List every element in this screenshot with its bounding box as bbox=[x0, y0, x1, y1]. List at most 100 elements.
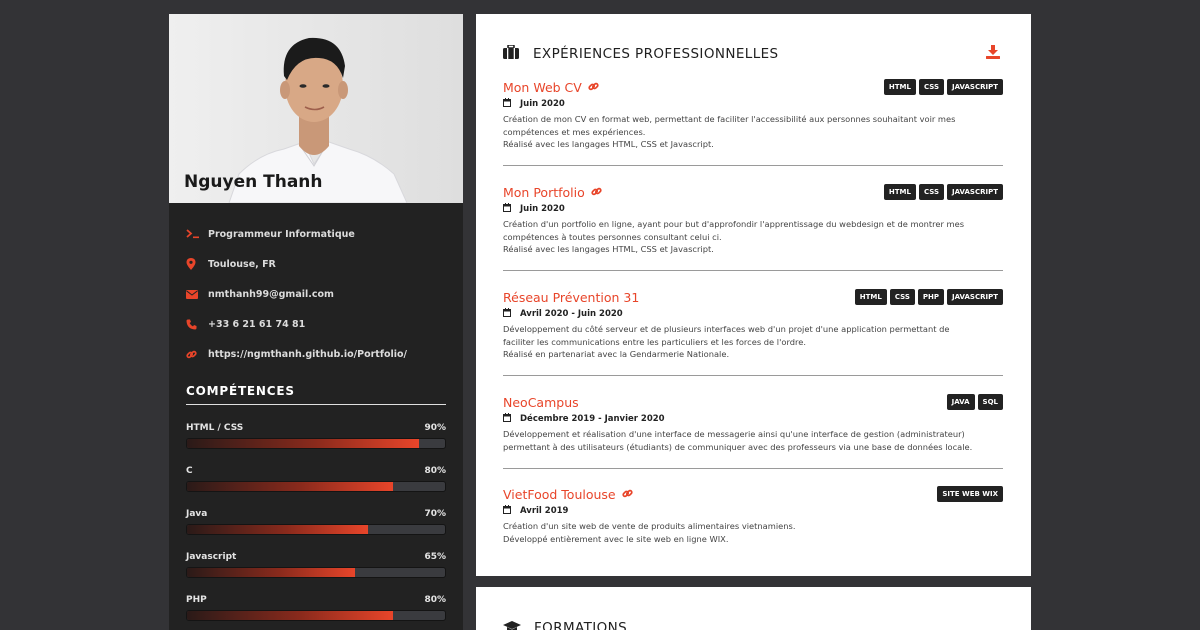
tech-tag: HTML bbox=[854, 289, 887, 305]
tech-tag: HTML bbox=[883, 184, 916, 200]
description-line: Développement et réalisation d'une inter… bbox=[503, 429, 965, 439]
skill-percent: 80% bbox=[424, 465, 446, 476]
experience-description: Développement et réalisation d'une inter… bbox=[503, 428, 1003, 453]
tech-tag: SQL bbox=[977, 394, 1003, 410]
profile-sidebar: Nguyen Thanh Programmeur Informatique To… bbox=[169, 14, 463, 630]
briefcase-icon bbox=[503, 44, 519, 63]
skill-bar-fill bbox=[187, 610, 394, 620]
experience-description: Développement du côté serveur et de plus… bbox=[503, 323, 1003, 361]
skill-name: Java bbox=[186, 508, 208, 519]
description-line: Réalisé avec les langages HTML, CSS et J… bbox=[503, 139, 714, 149]
experience-title: NeoCampus bbox=[503, 394, 579, 410]
experience-title[interactable]: Mon Web CV bbox=[503, 80, 582, 95]
contact-website[interactable]: https://ngmthanh.github.io/Portfolio/ bbox=[186, 340, 446, 370]
skill-bar bbox=[186, 437, 446, 449]
formations-card: FORMATIONS bbox=[476, 587, 1031, 630]
tech-tag: PHP bbox=[917, 289, 944, 305]
tech-tag: JAVASCRIPT bbox=[947, 79, 1003, 95]
graduation-cap-icon bbox=[503, 618, 521, 630]
description-line: faciliter les communications entre les p… bbox=[503, 336, 806, 347]
description-line: compétences et mes expériences. bbox=[503, 126, 646, 137]
description-line: Développement du côté serveur et de plus… bbox=[503, 324, 950, 334]
contact-email-text[interactable]: nmthanh99@gmail.com bbox=[208, 289, 334, 300]
skill-item: C 80% bbox=[186, 458, 446, 501]
contact-job-text: Programmeur Informatique bbox=[208, 228, 355, 240]
contact-phone-text[interactable]: +33 6 21 61 74 81 bbox=[208, 319, 305, 330]
experience-description: Création d'un site web de vente de produ… bbox=[503, 520, 1003, 545]
tech-tag: CSS bbox=[889, 289, 915, 305]
terminal-icon bbox=[186, 229, 208, 239]
description-line: compétences à toutes personnes consultan… bbox=[503, 231, 722, 242]
download-button[interactable] bbox=[986, 44, 1000, 63]
tech-tag: JAVA bbox=[946, 394, 975, 410]
formations-header: FORMATIONS bbox=[503, 618, 627, 630]
skill-bar-fill bbox=[187, 567, 355, 577]
description-line: permettant à des utilisateurs (étudiants… bbox=[503, 441, 973, 452]
skill-item: Javascript 65% bbox=[186, 544, 446, 587]
description-line: Réalisé en partenariat avec la Gendarmer… bbox=[503, 349, 730, 359]
tech-tag: CSS bbox=[918, 79, 944, 95]
tech-tag: JAVASCRIPT bbox=[947, 184, 1003, 200]
contact-location-text: Toulouse, FR bbox=[208, 258, 276, 270]
envelope-icon bbox=[186, 289, 208, 299]
contact-website-text[interactable]: https://ngmthanh.github.io/Portfolio/ bbox=[208, 349, 407, 360]
skill-percent: 80% bbox=[424, 594, 446, 605]
description-line: Création d'un site web de vente de produ… bbox=[503, 521, 796, 531]
description-line: Création d'un portfolio en ligne, ayant … bbox=[503, 219, 965, 229]
link-icon bbox=[186, 349, 208, 360]
calendar-icon bbox=[503, 203, 511, 215]
skills-list: HTML / CSS 90% C 80% Java 70% Javascript 65%… bbox=[169, 405, 463, 630]
link-icon[interactable] bbox=[588, 80, 599, 95]
description-line: Développé entièrement avec le site web e… bbox=[503, 533, 729, 544]
skill-percent: 90% bbox=[424, 422, 446, 433]
divider bbox=[503, 468, 1003, 469]
experience-title[interactable]: Mon Portfolio bbox=[503, 185, 585, 200]
skill-bar-fill bbox=[187, 524, 368, 534]
skill-bar bbox=[186, 480, 446, 492]
link-icon[interactable] bbox=[621, 487, 633, 502]
tech-tag: JAVASCRIPT bbox=[947, 289, 1003, 305]
contact-phone[interactable]: +33 6 21 61 74 81 bbox=[186, 310, 446, 340]
skill-bar-fill bbox=[187, 438, 420, 448]
experience-title: Réseau Prévention 31 bbox=[503, 289, 640, 305]
contact-location: Toulouse, FR bbox=[186, 249, 446, 279]
description-line: Réalisé avec les langages HTML, CSS et J… bbox=[503, 244, 714, 254]
skill-name: Javascript bbox=[186, 551, 237, 562]
experience-item: VietFood Toulouse SITE WEB WIX Avril 201… bbox=[503, 485, 1003, 545]
experience-date: Décembre 2019 - Janvier 2020 bbox=[520, 414, 665, 424]
skill-percent: 70% bbox=[424, 508, 446, 519]
skill-bar-fill bbox=[187, 481, 394, 491]
skill-item: HTML / CSS 90% bbox=[186, 415, 446, 458]
calendar-icon bbox=[503, 308, 511, 320]
divider bbox=[503, 270, 1003, 271]
skill-name: C bbox=[186, 465, 193, 476]
skill-bar bbox=[186, 609, 446, 621]
tech-tag: SITE WEB WIX bbox=[937, 486, 1003, 502]
experience-date: Juin 2020 bbox=[520, 99, 565, 109]
contact-job: Programmeur Informatique bbox=[186, 219, 446, 249]
formations-title: FORMATIONS bbox=[534, 619, 628, 630]
experience-item: Mon Web CV HTML CSS JAVASCRIPT Juin 2020… bbox=[503, 78, 1003, 151]
skill-name: HTML / CSS bbox=[186, 422, 244, 433]
experiences-card: EXPÉRIENCES PROFESSIONNELLES Mon Web CV … bbox=[476, 14, 1031, 576]
profile-photo: Nguyen Thanh bbox=[169, 14, 463, 203]
experience-title[interactable]: VietFood Toulouse bbox=[503, 487, 616, 502]
experiences-title: EXPÉRIENCES PROFESSIONNELLES bbox=[533, 45, 779, 62]
download-icon bbox=[986, 44, 1000, 63]
contact-list: Programmeur Informatique Toulouse, FR nm… bbox=[169, 203, 463, 370]
divider bbox=[503, 165, 1003, 166]
tech-tag: CSS bbox=[918, 184, 944, 200]
skill-name: PHP bbox=[186, 594, 207, 605]
skills-heading: COMPÉTENCES bbox=[186, 384, 446, 405]
calendar-icon bbox=[503, 413, 511, 425]
experience-date: Avril 2020 - Juin 2020 bbox=[520, 309, 623, 319]
experience-item: Mon Portfolio HTML CSS JAVASCRIPT Juin 2… bbox=[503, 183, 1003, 256]
experience-date: Juin 2020 bbox=[520, 204, 565, 214]
link-icon[interactable] bbox=[591, 185, 602, 200]
divider bbox=[503, 375, 1003, 376]
skill-item: PHP 80% bbox=[186, 587, 446, 630]
skill-bar bbox=[186, 566, 446, 578]
contact-email[interactable]: nmthanh99@gmail.com bbox=[186, 279, 446, 309]
calendar-icon bbox=[503, 505, 511, 517]
experience-description: Création de mon CV en format web, permet… bbox=[503, 113, 1003, 151]
